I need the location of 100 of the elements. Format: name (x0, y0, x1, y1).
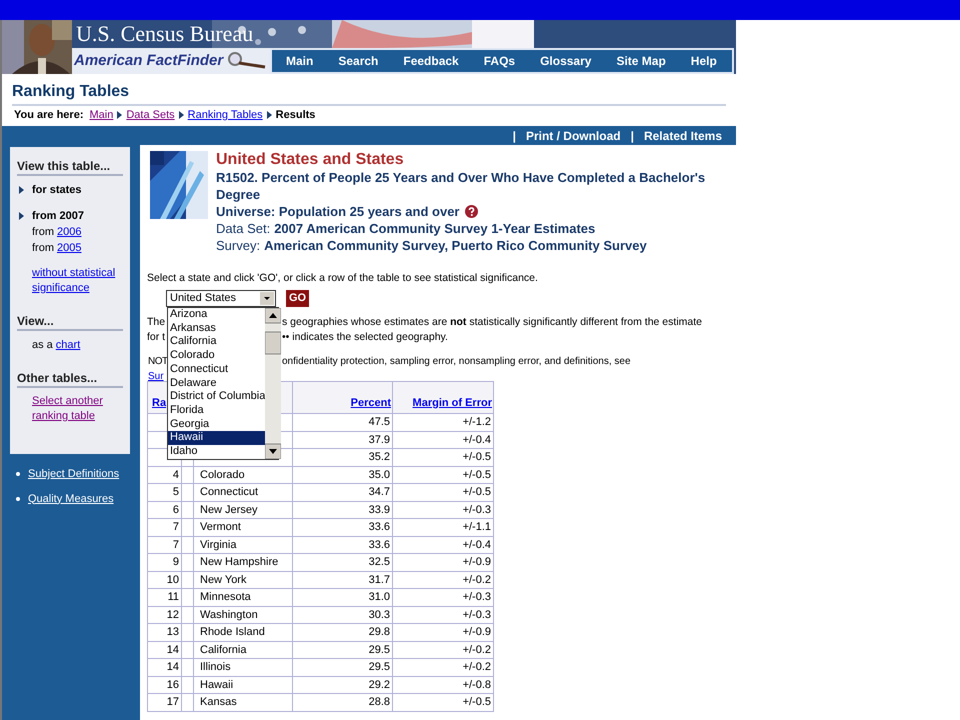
page-title: Ranking Tables (12, 82, 726, 106)
margin-cell: +/-0.2 (392, 641, 494, 658)
triangle-icon (266, 111, 272, 119)
data-set-value: 2007 American Community Survey 1-Year Estimates (274, 220, 596, 237)
nav-link[interactable]: FAQs (484, 52, 516, 70)
triangle-icon (19, 212, 24, 220)
sidebar-text: from (32, 241, 54, 256)
state-cell: Rhode Island (194, 624, 292, 641)
percent-cell: 30.3 (292, 606, 392, 624)
product-name: American FactFinder (74, 50, 224, 71)
breadcrumb-current: Results (276, 108, 316, 123)
margin-cell: +/-0.8 (392, 676, 494, 694)
note-text: The (147, 316, 166, 328)
rank-cell: 6 (148, 501, 182, 518)
nav-link[interactable]: Help (690, 52, 717, 70)
sidebar-link[interactable]: 2005 (57, 240, 82, 256)
rank-cell: 4 (148, 466, 182, 484)
state-cell: Colorado (194, 466, 292, 484)
note-text: s geographies whose estimates are not statistically significantly different from the estimate (282, 315, 702, 330)
percent-cell: 29.5 (292, 641, 392, 658)
dropdown-option[interactable]: Georgia (168, 418, 266, 432)
rank-cell: 14 (148, 658, 182, 676)
state-cell: Kansas (194, 694, 292, 711)
percent-cell: 32.5 (292, 554, 392, 571)
state-cell: Minnesota (194, 588, 292, 606)
margin-cell: +/-0.9 (392, 554, 494, 571)
sidebar-text: from (32, 225, 54, 240)
nav-link[interactable]: Search (338, 52, 378, 70)
dropdown-option[interactable]: Hawaii (168, 431, 266, 446)
dropdown-option[interactable]: Delaware (168, 376, 266, 390)
margin-cell: +/-0.9 (392, 624, 494, 641)
margin-cell: +/-0.3 (392, 501, 494, 518)
dropdown-option[interactable]: Arizona (168, 308, 266, 322)
note-text: for t (147, 331, 166, 343)
percent-cell: 28.8 (292, 694, 392, 711)
state-cell: Hawaii (194, 676, 292, 694)
margin-cell: +/-0.2 (392, 658, 494, 676)
survey-label: Survey: (216, 237, 260, 254)
percent-cell: 29.5 (292, 658, 392, 676)
go-button[interactable]: GO (286, 290, 310, 306)
toolbar-link[interactable]: Related Items (644, 126, 722, 144)
triangle-icon (117, 111, 122, 119)
nav-link[interactable]: Site Map (616, 52, 666, 70)
instruction-text: Select a state and click 'GO', or click a row of the table to see statistical significance. (147, 272, 539, 285)
nav-link[interactable]: Feedback (403, 52, 459, 70)
sidebar-link[interactable]: chart (56, 337, 80, 353)
note-text: NOT (148, 356, 168, 367)
geography-title: United States and States (216, 151, 405, 169)
margin-cell: +/-0.5 (392, 484, 494, 501)
state-cell: California (194, 641, 292, 658)
note-link[interactable]: Sur (148, 369, 164, 384)
column-header[interactable]: Ra (152, 396, 166, 408)
state-cell: New York (194, 571, 292, 588)
column-header[interactable]: Percent (350, 396, 391, 408)
percent-cell: 35.2 (292, 448, 392, 466)
note-text: onfidentiality protection, sampling error, nonsampling error, and definitions, see (282, 355, 631, 369)
percent-cell: 33.9 (292, 501, 392, 518)
dropdown-option[interactable]: District of Columbia (168, 390, 266, 404)
help-icon[interactable] (465, 205, 478, 218)
survey-value: American Community Survey, Puerto Rico Community Survey (264, 237, 647, 254)
sidebar-heading: View this table... (17, 159, 123, 176)
rank-cell: 7 (148, 536, 182, 554)
rank-cell: 9 (148, 554, 182, 571)
sidebar-link[interactable]: without statistical significance (17, 266, 123, 296)
state-cell: Vermont (194, 518, 292, 536)
sidebar-link[interactable]: 2006 (57, 224, 82, 240)
state-cell: New Hampshire (194, 554, 292, 571)
state-select[interactable]: United States (166, 290, 276, 306)
nav-link[interactable]: Glossary (540, 52, 592, 70)
dropdown-option[interactable]: Florida (168, 404, 266, 418)
state-cell: Virginia (194, 536, 292, 554)
margin-cell: +/-0.4 (392, 431, 494, 448)
sidebar-footer-link[interactable]: Quality Measures (28, 490, 114, 507)
breadcrumb-link[interactable]: Data Sets (126, 106, 175, 124)
margin-cell: +/-0.5 (392, 448, 494, 466)
margin-cell: +/-0.5 (392, 694, 494, 711)
percent-cell: 29.2 (292, 676, 392, 694)
dropdown-option[interactable]: California (168, 335, 266, 350)
data-set-label: Data Set: (216, 220, 270, 237)
toolbar-link[interactable]: Print / Download (526, 126, 621, 144)
margin-cell: +/-0.3 (392, 606, 494, 624)
nav-link[interactable]: Main (286, 52, 314, 70)
sidebar-link[interactable]: Select another ranking table (17, 394, 123, 424)
bullet-icon (16, 472, 20, 476)
sidebar-footer-link[interactable]: Subject Definitions (28, 466, 120, 482)
separator: | (630, 128, 634, 144)
site-title: U.S. Census Bureau (76, 21, 254, 47)
dropdown-option[interactable]: Connecticut (168, 362, 266, 377)
rank-cell: 11 (148, 588, 182, 606)
separator: | (512, 128, 516, 144)
percent-cell: 31.7 (292, 571, 392, 588)
breadcrumb-link[interactable]: Main (90, 106, 114, 124)
dropdown-option[interactable]: Arkansas (168, 322, 266, 336)
dropdown-option[interactable]: Colorado (168, 349, 266, 363)
rank-cell: 14 (148, 641, 182, 658)
percent-cell: 35.0 (292, 466, 392, 484)
breadcrumb-link[interactable]: Ranking Tables (188, 106, 263, 124)
universe-text: Universe: Population 25 years and over (216, 203, 460, 220)
margin-cell: +/-1.2 (392, 414, 494, 431)
dropdown-option[interactable]: Idaho (168, 445, 266, 459)
